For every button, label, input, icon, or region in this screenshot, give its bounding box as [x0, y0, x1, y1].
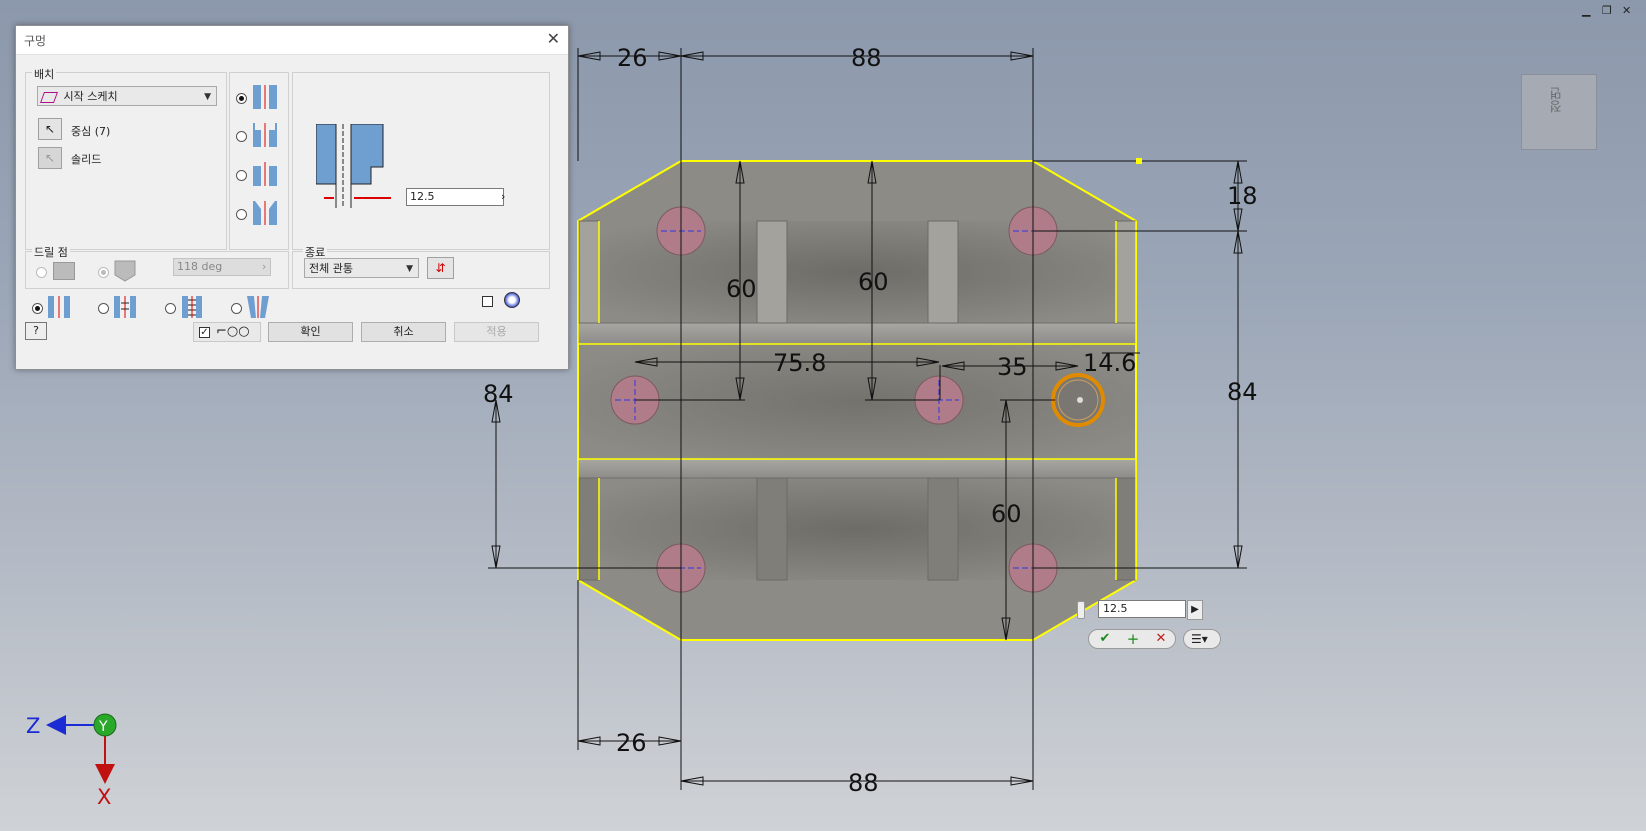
- drill-point-label: 드릴 점: [32, 244, 70, 260]
- hole-style-tapped-radio[interactable]: [165, 303, 176, 314]
- solid-select-button[interactable]: ↖: [38, 147, 62, 169]
- rib: [1115, 220, 1137, 324]
- sketch-icon: [39, 91, 59, 103]
- hole-style-simple-radio[interactable]: [32, 303, 43, 314]
- cursor-arrow-icon: ↖: [44, 122, 56, 136]
- drill-point-flat-radio[interactable]: [36, 267, 47, 278]
- spotface-hole-icon: [253, 162, 277, 186]
- axis-y-label: Y: [98, 719, 108, 735]
- view-cube-face-label: 정면: [1550, 87, 1565, 113]
- angle-drill-icon: [114, 260, 136, 282]
- hole-type-simple-radio[interactable]: [236, 93, 247, 104]
- close-window-button[interactable]: ✕: [1622, 4, 1631, 17]
- tapped-style-icon: [182, 296, 202, 318]
- minibar-grip[interactable]: [1077, 601, 1085, 619]
- drill-angle-expand-button[interactable]: ›: [262, 258, 274, 276]
- termination-value: 전체 관통: [309, 262, 353, 275]
- dim-top-88[interactable]: 88: [851, 44, 882, 72]
- minibar-actions: ✔ + ✕: [1088, 629, 1176, 649]
- dim-right-18[interactable]: 18: [1227, 182, 1258, 210]
- center-select-button[interactable]: ↖: [38, 118, 62, 140]
- cancel-button[interactable]: 취소: [361, 322, 446, 342]
- hole-dialog: 구멍 ✕ 배치 시작 스케치 ▼ ↖ 중심 (7) ↖ 솔리드 12.5 › 드…: [15, 25, 569, 370]
- axis-x-label: X: [97, 785, 111, 809]
- rib: [1115, 477, 1137, 581]
- dim-bottom-88[interactable]: 88: [848, 769, 879, 797]
- drill-point-angle-radio[interactable]: [98, 267, 109, 278]
- cursor-arrow-icon: ↖: [44, 151, 56, 165]
- axis-triad: Z Y X: [26, 713, 117, 809]
- rib: [927, 477, 959, 581]
- preview-checkbox[interactable]: ✓: [199, 327, 210, 338]
- rail-bottom: [577, 458, 1137, 479]
- flip-direction-button[interactable]: ⇵: [427, 257, 454, 279]
- placement-label: 배치: [32, 66, 57, 82]
- dim-mid-60-a[interactable]: 60: [726, 275, 757, 303]
- simple-style-icon: [48, 296, 70, 318]
- dim-mid-35[interactable]: 35: [997, 353, 1028, 381]
- center-label: 중심 (7): [71, 125, 111, 138]
- minibar-options-button[interactable]: ☰▾: [1183, 629, 1221, 649]
- minibar-expand-button[interactable]: ▶: [1187, 600, 1203, 620]
- rib: [756, 220, 788, 324]
- preview-toggle[interactable]: ✓ ⌐○○: [193, 322, 261, 342]
- apply-button[interactable]: 적용: [454, 322, 539, 342]
- hole-section-icon: [316, 124, 391, 208]
- rib: [578, 220, 600, 324]
- hole-type-countersink-radio[interactable]: [236, 209, 247, 220]
- dialog-close-icon[interactable]: ✕: [547, 29, 560, 48]
- diameter-input[interactable]: 12.5: [406, 188, 504, 206]
- diameter-expand-button[interactable]: ›: [501, 188, 513, 206]
- clearance-style-icon: [114, 296, 136, 318]
- list-icon: ☰▾: [1191, 632, 1208, 646]
- hole-type-counterbore-radio[interactable]: [236, 131, 247, 142]
- rib: [578, 477, 600, 581]
- infer-checkbox[interactable]: [482, 296, 493, 307]
- flat-drill-icon: [53, 262, 75, 280]
- termination-dropdown[interactable]: 전체 관통 ▼: [304, 258, 419, 278]
- hole-type-spotface-radio[interactable]: [236, 170, 247, 181]
- minibar-cancel-icon[interactable]: ✕: [1150, 630, 1172, 648]
- dim-mid-14-6[interactable]: 14.6: [1083, 349, 1136, 377]
- help-button[interactable]: ?: [25, 322, 47, 340]
- minimize-button[interactable]: ▁: [1582, 4, 1590, 17]
- counterbore-hole-icon: [253, 123, 277, 147]
- hole-style-clearance-radio[interactable]: [98, 303, 109, 314]
- placement-dropdown-value: 시작 스케치: [63, 90, 118, 103]
- view-cube[interactable]: 정면: [1521, 74, 1597, 150]
- flip-arrow-icon: ⇵: [435, 261, 446, 275]
- rib: [927, 220, 959, 324]
- axis-z-label: Z: [26, 714, 40, 738]
- minibar-apply-icon[interactable]: +: [1122, 630, 1144, 648]
- dim-left-84[interactable]: 84: [483, 380, 514, 408]
- minibar-value-input[interactable]: 12.5: [1098, 600, 1186, 618]
- chevron-down-icon: ▼: [204, 92, 211, 102]
- dialog-titlebar[interactable]: 구멍 ✕: [16, 26, 568, 55]
- chevron-down-icon: ▼: [406, 264, 413, 274]
- palette-icon[interactable]: [504, 292, 520, 308]
- hole-style-taper-radio[interactable]: [231, 303, 242, 314]
- dim-right-84[interactable]: 84: [1227, 378, 1258, 406]
- dim-mid-60-b[interactable]: 60: [858, 268, 889, 296]
- simple-hole-icon: [253, 85, 277, 109]
- restore-button[interactable]: ❐: [1602, 4, 1612, 17]
- ok-button[interactable]: 확인: [268, 322, 353, 342]
- drill-angle-input[interactable]: 118 deg: [173, 258, 271, 276]
- dim-low-60[interactable]: 60: [991, 500, 1022, 528]
- glasses-icon: ⌐○○: [216, 324, 250, 339]
- dim-mid-75-8[interactable]: 75.8: [773, 349, 826, 377]
- countersink-hole-icon: [253, 201, 277, 225]
- dim-bottom-26[interactable]: 26: [616, 729, 647, 757]
- dialog-title: 구멍: [24, 34, 47, 48]
- minibar-ok-icon[interactable]: ✔: [1094, 630, 1116, 648]
- taper-style-icon: [247, 296, 269, 318]
- solid-label: 솔리드: [71, 153, 102, 166]
- placement-dropdown[interactable]: 시작 스케치 ▼: [37, 86, 217, 106]
- rib: [756, 477, 788, 581]
- dim-top-26[interactable]: 26: [617, 44, 648, 72]
- rail-top: [577, 322, 1137, 345]
